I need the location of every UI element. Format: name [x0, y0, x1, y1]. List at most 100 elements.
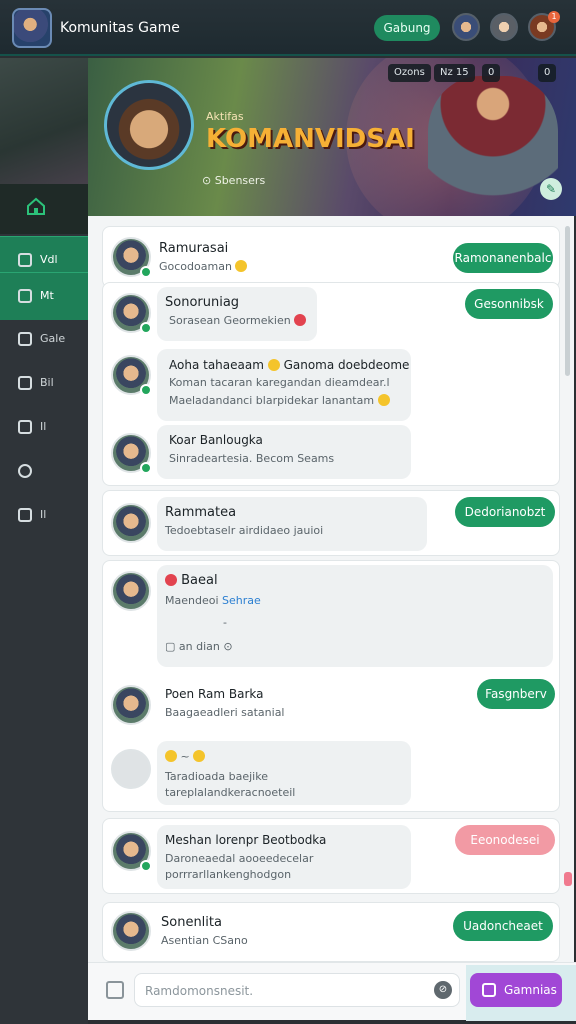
send-button[interactable]: Gamnias	[470, 973, 562, 1007]
hero-character-art	[428, 76, 558, 216]
post-card-5[interactable]: Meshan lorenpr Beotbodka Daroneaedal aoo…	[102, 818, 560, 894]
message-input[interactable]: Ramdomonsnesit.	[134, 973, 460, 1007]
message-text: Koman tacaran karegandan dieamdear.l	[169, 376, 390, 389]
message-text: Taradioada baejike tareplalandkeracnoete…	[165, 770, 296, 799]
grid-icon	[18, 508, 32, 522]
join-button[interactable]: Gabung	[374, 15, 440, 41]
sidebar-item-label: Il	[40, 420, 47, 433]
emoji-icon	[193, 750, 206, 762]
hero-meta: ⊙ Sbensers	[202, 174, 266, 187]
card-action-button[interactable]: Fasgnberv	[477, 679, 555, 709]
scrollbar[interactable]	[565, 226, 570, 376]
sidebar-item-label: Mt	[40, 289, 54, 302]
avatar[interactable]	[111, 503, 151, 543]
sidebar-item-7[interactable]: Il	[0, 492, 88, 540]
post-author: Rammatea	[165, 505, 237, 520]
avatar[interactable]	[111, 293, 152, 334]
hero-edit-button[interactable]: ✎	[540, 178, 562, 200]
hero-banner: Aktifas KOMANVIDSAI ⊙ Sbensers Ozons Nz …	[88, 58, 576, 216]
avatar[interactable]	[111, 831, 152, 872]
avatar[interactable]	[111, 749, 151, 789]
post-text-content: Gocodoaman	[159, 260, 232, 273]
avatar[interactable]	[111, 355, 152, 396]
attach-icon[interactable]: ⊘	[434, 981, 452, 999]
avatar[interactable]	[111, 237, 152, 278]
card-action-button[interactable]: Ramonanenbalc	[453, 243, 553, 273]
post-card-1[interactable]: Ramurasai Gocodoaman Ramonanenbalc	[102, 226, 560, 288]
user-avatar-1[interactable]	[452, 13, 480, 41]
emoji-icon	[235, 260, 248, 272]
post-card-4[interactable]: Baeal Maendeoi Sehrae - ▢ an dian ⊙ Poen…	[102, 560, 560, 812]
send-icon	[482, 983, 496, 997]
message-text-content: Sorasean Geormekien	[169, 314, 291, 327]
refresh-icon	[18, 464, 32, 478]
hero-chip-1[interactable]: Ozons	[388, 64, 431, 82]
image-icon	[18, 289, 32, 303]
message-footer: ▢ an dian ⊙	[165, 640, 233, 653]
hero-chip-3[interactable]: 0	[482, 64, 501, 82]
chart-icon	[18, 376, 32, 390]
sidebar-artwork	[0, 58, 88, 184]
post-author: Ramurasai	[159, 241, 229, 256]
sidebar-item-home[interactable]	[0, 184, 88, 234]
emoji-icon	[267, 359, 280, 371]
online-indicator	[140, 266, 152, 278]
message-dash: -	[223, 616, 227, 629]
sidebar-item-4[interactable]: Bil	[0, 360, 88, 408]
home-icon	[27, 197, 45, 215]
scroll-marker	[564, 872, 572, 886]
avatar[interactable]	[111, 685, 151, 725]
post-text: Gocodoaman	[159, 259, 248, 275]
message-line: Ganoma doebdeome	[283, 358, 410, 372]
message-author: Koar Banlougka	[169, 433, 263, 447]
notification-badge: 1	[548, 11, 560, 23]
post-author: Meshan lorenpr Beotbodka	[165, 833, 327, 847]
message-text: Aoha tahaeaam Ganoma doebdeome	[169, 357, 409, 373]
message-line: Maeladandanci blarpidekar lanantam	[169, 394, 375, 407]
sidebar-item-label: Gale	[40, 332, 66, 345]
hero-avatar[interactable]	[104, 80, 194, 170]
sidebar-item-label: Vdl	[40, 253, 58, 266]
message-footer-text: an dian	[178, 640, 220, 653]
heart-icon	[165, 574, 177, 586]
message-author: Poen Ram Barka	[165, 687, 264, 701]
gallery-icon	[18, 332, 32, 346]
card-action-button[interactable]: Uadoncheaet	[453, 911, 553, 941]
message-text: Sorasean Geormekien	[169, 313, 307, 329]
message-text: Maeladandanci blarpidekar lanantam	[169, 393, 390, 409]
sidebar-item-5[interactable]: Il	[0, 404, 88, 452]
sidebar-item-6[interactable]	[0, 448, 88, 496]
avatar[interactable]	[111, 911, 151, 951]
message-link[interactable]: Sehrae	[222, 594, 261, 607]
post-card-3[interactable]: Rammatea Tedoebtaselr airdidaeo jauioi D…	[102, 490, 560, 556]
message-icons-text: ~	[180, 750, 190, 763]
user-avatar-2[interactable]	[490, 13, 518, 41]
avatar[interactable]	[111, 433, 152, 474]
post-card-2[interactable]: Gesonnibsk Sonoruniag Sorasean Geormekie…	[102, 282, 560, 486]
message-text: Maendeoi Sehrae	[165, 593, 261, 609]
card-action-button[interactable]: Dedorianobzt	[455, 497, 555, 527]
compose-icon[interactable]	[106, 981, 124, 999]
online-indicator	[140, 322, 152, 334]
hero-subtitle: Aktifas	[206, 110, 244, 123]
online-indicator	[140, 860, 152, 872]
post-card-6[interactable]: Sonenlita Asentian CSano Uadoncheaet	[102, 902, 560, 962]
app-logo[interactable]	[12, 8, 52, 48]
emoji-icon	[165, 750, 177, 762]
online-indicator	[140, 462, 152, 474]
feed: Ramurasai Gocodoaman Ramonanenbalc Geson…	[88, 216, 574, 962]
avatar[interactable]	[111, 571, 151, 611]
message-author: Sonoruniag	[165, 295, 240, 310]
sidebar-item-label: Il	[40, 508, 47, 521]
card-action-button[interactable]: Gesonnibsk	[465, 289, 553, 319]
post-text: Tedoebtaselr airdidaeo jauioi	[165, 524, 324, 537]
hero-title: KOMANVIDSAI	[206, 124, 415, 154]
message-author: Baeal	[165, 573, 218, 588]
post-text: Asentian CSano	[161, 934, 248, 947]
sidebar-item-2[interactable]: Mt	[0, 272, 88, 320]
sidebar-item-3[interactable]: Gale	[0, 316, 88, 364]
hero-chip-2[interactable]: Nz 15	[434, 64, 475, 82]
hero-meta-text: Sbensers	[214, 174, 266, 187]
hero-chip-4[interactable]: 0	[538, 64, 557, 82]
card-action-button[interactable]: Eeonodesei	[455, 825, 555, 855]
